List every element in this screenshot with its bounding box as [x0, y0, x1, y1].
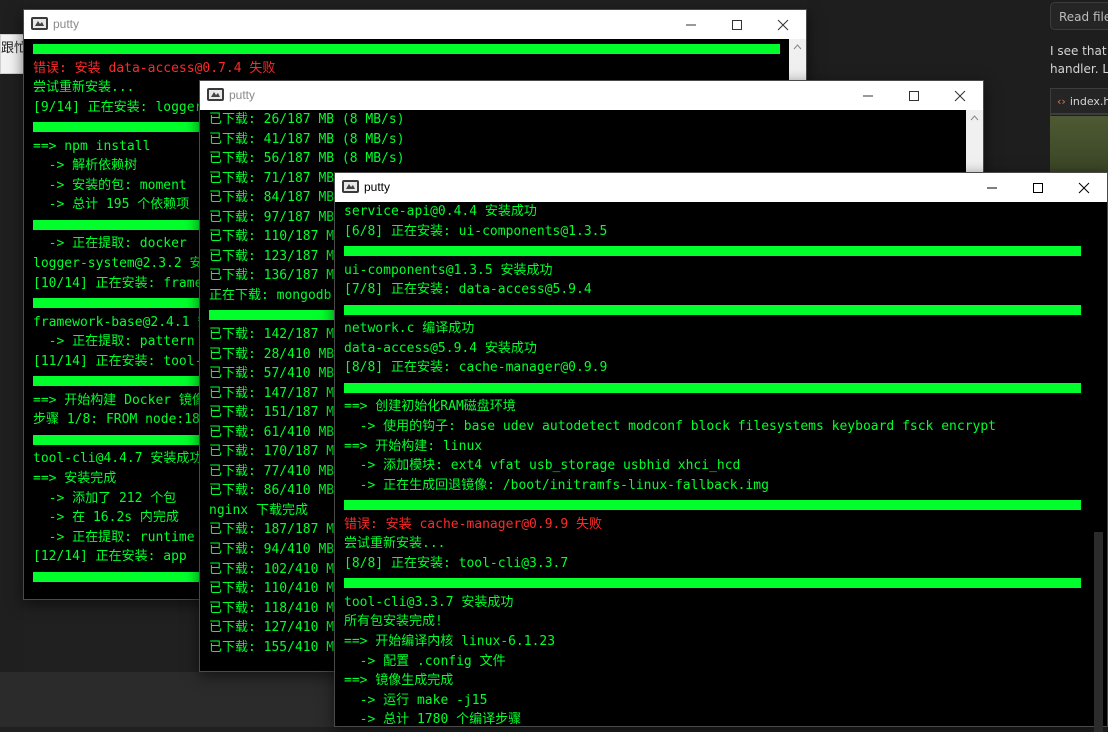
window-title: putty	[53, 17, 80, 31]
terminal-line: -> 正在生成回退镜像: /boot/initramfs-linux-fallb…	[344, 477, 769, 493]
terminal-line: ==> 创建初始化RAM磁盘环境	[344, 399, 516, 415]
terminal-line: -> 添加模块: ext4 vfat usb_storage usbhid xh…	[344, 458, 741, 474]
title-bar[interactable]: putty	[200, 81, 983, 110]
title-bar[interactable]: putty	[24, 10, 806, 39]
terminal-line: [7/8] 正在安装: data-access@5.9.4	[344, 282, 592, 298]
scroll-up-arrow[interactable]	[966, 110, 983, 127]
terminal-line: -> 运行 make -j15	[344, 692, 488, 708]
assistant-note-line: I see that i	[1050, 44, 1108, 58]
assistant-note: I see that i handler. Lo	[1050, 42, 1108, 78]
terminal-line: -> 使用的钩子: base udev autodetect modconf b…	[344, 419, 996, 435]
minimize-icon	[686, 24, 696, 26]
terminal-line: tool-cli@3.3.7 安装成功	[344, 594, 514, 610]
close-button[interactable]	[937, 81, 983, 110]
terminal-line: ==> 开始构建: linux	[344, 438, 483, 454]
assistant-note-line: handler. Lo	[1050, 62, 1108, 76]
terminal-line: network.c 编译成功	[344, 321, 475, 337]
progress-bar	[335, 573, 1090, 593]
terminal-output[interactable]: service-api@0.4.4 安装成功 [6/8] 正在安装: ui-com…	[335, 202, 1090, 726]
read-file-chip[interactable]: Read file	[1050, 2, 1108, 30]
window-title: putty	[364, 180, 391, 194]
error-line: 错误: 安装 data-access@0.7.4 失败	[33, 60, 276, 76]
terminal-line: [6/8] 正在安装: ui-components@1.3.5	[344, 223, 608, 239]
terminal-line: -> 总计 1780 个编译步骤	[344, 712, 522, 726]
terminal-line: 尝试重新安装...	[344, 536, 446, 552]
maximize-button[interactable]	[714, 10, 760, 39]
close-button[interactable]	[1061, 173, 1107, 202]
file-chip-label: index.ht	[1069, 95, 1108, 108]
putty-window-3[interactable]: putty service-api@0.4.4 安装成功 [6/8] 正在安装: …	[334, 172, 1108, 732]
progress-bar	[335, 300, 1090, 320]
maximize-icon	[909, 91, 919, 101]
error-line: 错误: 安装 cache-manager@0.9.9 失败	[344, 516, 603, 532]
minimize-button[interactable]	[969, 173, 1015, 202]
scroll-thumb[interactable]	[1094, 532, 1103, 732]
terminal-line: 已下载: 56/187 MB (8 MB/s)	[209, 151, 405, 167]
minimize-icon	[987, 187, 997, 189]
terminal-line: service-api@0.4.4 安装成功	[344, 204, 537, 219]
minimize-button[interactable]	[668, 10, 714, 39]
terminal-line: ==> 开始编译内核 linux-6.1.23	[344, 634, 556, 650]
code-icon: ‹›	[1057, 95, 1066, 108]
minimize-button[interactable]	[845, 81, 891, 110]
background-window-fragment: 跟忙	[0, 34, 24, 74]
terminal-line: 所有包安装完成!	[344, 614, 443, 630]
maximize-button[interactable]	[891, 81, 937, 110]
terminal-line: -> 配置 .config 文件	[344, 653, 506, 669]
close-button[interactable]	[760, 10, 806, 39]
progress-bar	[335, 495, 1090, 515]
progress-bar	[24, 39, 789, 59]
maximize-icon	[1033, 183, 1043, 193]
vertical-scrollbar[interactable]	[1090, 202, 1107, 732]
terminal-line: [8/8] 正在安装: cache-manager@0.9.9	[344, 360, 608, 376]
progress-bar	[335, 241, 1090, 261]
terminal-line: 已下载: 26/187 MB (8 MB/s)	[209, 112, 405, 127]
window-title: putty	[229, 88, 256, 102]
maximize-button[interactable]	[1015, 173, 1061, 202]
putty-app-icon	[207, 88, 224, 101]
minimize-icon	[863, 95, 873, 97]
terminal-line: ==> 镜像生成完成	[344, 673, 454, 689]
desktop-background	[0, 0, 24, 727]
title-bar[interactable]: putty	[335, 173, 1107, 202]
putty-app-icon	[342, 180, 359, 193]
terminal-line: data-access@5.9.4 安装成功	[344, 340, 537, 356]
terminal-line: 已下载: 41/187 MB (8 MB/s)	[209, 131, 405, 147]
close-icon	[777, 19, 789, 31]
close-icon	[1078, 182, 1090, 194]
file-chip[interactable]: ‹›index.ht	[1050, 88, 1108, 114]
putty-app-icon	[31, 17, 48, 30]
background-taskarea	[0, 672, 334, 727]
scroll-up-arrow[interactable]	[789, 39, 806, 56]
maximize-icon	[732, 20, 742, 30]
terminal-line: ui-components@1.3.5 安装成功	[344, 262, 553, 278]
progress-bar	[335, 378, 1090, 398]
terminal-line: [8/8] 正在安装: tool-cli@3.3.7	[344, 555, 569, 571]
close-icon	[954, 90, 966, 102]
